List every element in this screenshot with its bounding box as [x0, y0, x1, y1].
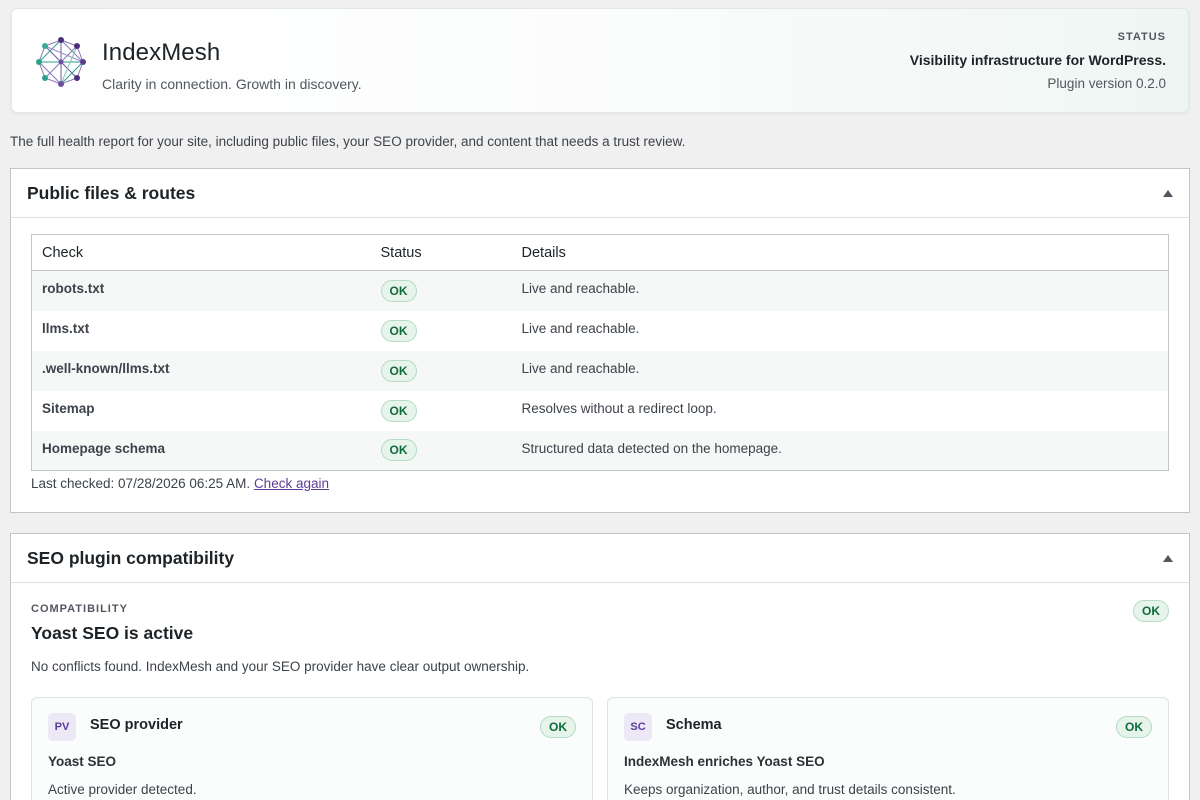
check-name: llms.txt [42, 321, 90, 336]
panel-title: SEO plugin compatibility [27, 548, 235, 568]
check-details: Live and reachable. [521, 321, 640, 336]
card-value: Yoast SEO [48, 754, 117, 769]
last-checked: Last checked: 07/28/2026 06:25 AM. Check… [31, 476, 329, 491]
card-description: Active provider detected. [48, 782, 197, 797]
last-checked-text: Last checked: 07/28/2026 06:25 AM. [31, 476, 251, 491]
table-row: .well-known/llms.txt OK Live and reachab… [31, 350, 1169, 391]
plugin-version: Plugin version 0.2.0 [1047, 76, 1166, 91]
brand-name: IndexMesh [102, 39, 221, 66]
status-badge: OK [1116, 716, 1152, 738]
status-badge: OK [380, 399, 417, 422]
check-details: Resolves without a redirect loop. [521, 401, 717, 416]
table-row: llms.txt OK Live and reachable. [32, 311, 1169, 351]
card-status: OK [540, 716, 576, 738]
card-description: Keeps organization, author, and trust de… [624, 782, 956, 797]
status-badge: OK [380, 359, 417, 382]
status-cell: OK [371, 391, 512, 431]
check-name: Sitemap [42, 401, 95, 416]
seo-provider-card: PV SEO provider OK Yoast SEO Active prov… [31, 697, 593, 800]
check-name: robots.txt [42, 281, 105, 297]
seo-compat-header: SEO plugin compatibility [11, 534, 1189, 583]
status-headline: Visibility infrastructure for WordPress. [909, 52, 1166, 68]
schema-chip-icon: SC [624, 713, 652, 741]
check-name: .well-known/llms.txt [42, 361, 170, 376]
compat-headline: Yoast SEO is active [31, 623, 194, 643]
public-files-panel: Public files & routes Check Status Detai… [10, 168, 1190, 513]
indexmesh-logo-icon [36, 37, 86, 87]
status-label: STATUS [1117, 31, 1166, 43]
status-badge: OK [380, 319, 417, 342]
collapse-toggle-icon[interactable] [1161, 187, 1175, 199]
check-again-link[interactable]: Check again [254, 476, 329, 491]
provider-chip-icon: PV [48, 713, 76, 741]
schema-card: SC Schema OK IndexMesh enriches Yoast SE… [607, 697, 1169, 800]
card-title: SEO provider [90, 717, 183, 733]
status-badge: OK [380, 439, 417, 462]
table-header-row: Check Status Details [31, 234, 1169, 271]
card-title: Schema [666, 717, 722, 733]
table-row: robots.txt OK Live and reachable. [31, 270, 1169, 311]
status-badge: OK [540, 716, 576, 738]
seo-compat-panel: SEO plugin compatibility COMPATIBILITY Y… [10, 533, 1190, 800]
table-row: Sitemap OK Resolves without a redirect l… [32, 391, 1169, 431]
check-details: Structured data detected on the homepage… [521, 440, 782, 456]
column-header-details: Details [511, 234, 1169, 271]
panel-title: Public files & routes [27, 183, 196, 203]
check-details: Live and reachable. [521, 281, 640, 297]
compat-description: No conflicts found. IndexMesh and your S… [31, 659, 530, 674]
check-name: Homepage schema [42, 440, 166, 456]
brand-header: IndexMesh Clarity in connection. Growth … [11, 8, 1189, 113]
card-value: IndexMesh enriches Yoast SEO [624, 754, 825, 769]
column-header-check: Check [31, 234, 371, 271]
status-cell: OK [371, 431, 512, 471]
brand-tagline: Clarity in connection. Growth in discove… [102, 76, 362, 92]
public-files-header: Public files & routes [11, 169, 1189, 218]
status-cell: OK [371, 311, 512, 351]
compat-status: OK [1133, 600, 1169, 622]
table-row: Homepage schema OK Structured data detec… [31, 430, 1169, 471]
status-cell: OK [371, 351, 512, 391]
status-badge: OK [1133, 600, 1169, 622]
column-header-status: Status [370, 234, 512, 271]
status-block: STATUS Visibility infrastructure for Wor… [910, 31, 1166, 91]
compat-eyebrow: COMPATIBILITY [31, 603, 128, 615]
status-cell: OK [371, 271, 512, 311]
checks-table: Check Status Details robots.txt OK Live … [31, 234, 1169, 471]
card-status: OK [1116, 716, 1152, 738]
page-intro: The full health report for your site, in… [10, 134, 686, 149]
status-badge: OK [380, 279, 417, 302]
check-details: Live and reachable. [521, 361, 640, 376]
collapse-toggle-icon[interactable] [1161, 552, 1175, 564]
